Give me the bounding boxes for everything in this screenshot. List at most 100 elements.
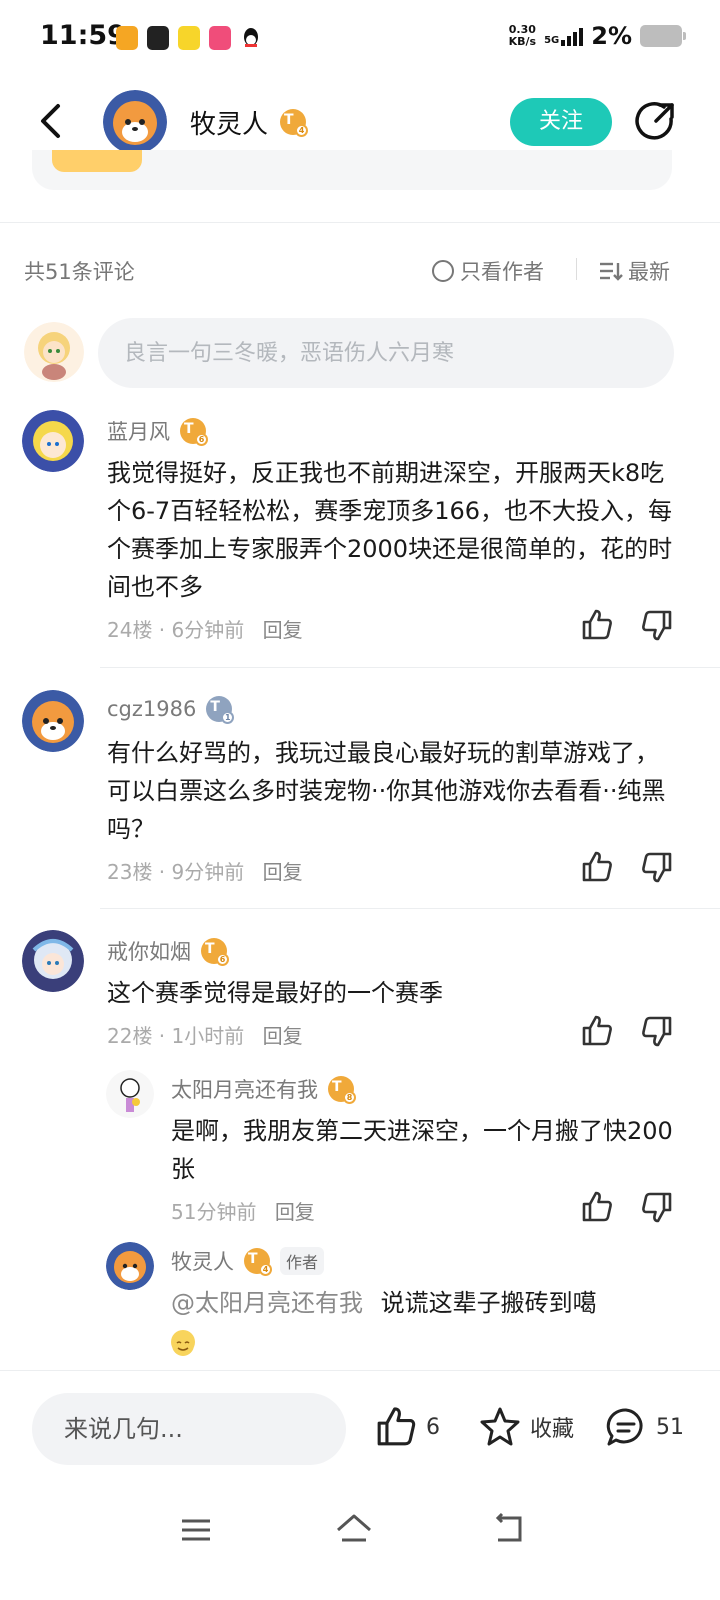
thumbs-up-icon (582, 1015, 612, 1046)
net-speed: 0.30 KB/s (509, 24, 536, 48)
back-button[interactable] (34, 100, 70, 142)
thumbs-up-icon (582, 1191, 612, 1222)
recent-apps-button[interactable] (178, 1512, 214, 1548)
comment-input[interactable] (98, 318, 674, 388)
commenter-name-text: cgz1986 (107, 697, 197, 721)
star-icon (480, 1407, 520, 1446)
dislike-button[interactable] (640, 1190, 674, 1224)
follow-button[interactable]: 关注 (510, 98, 612, 146)
author-name[interactable]: 牧灵人 (190, 104, 268, 141)
comment-meta: 24楼 · 6分钟前 回复 (107, 614, 303, 643)
comments-toolbar: 共51条评论 只看作者 最新 (0, 250, 720, 290)
commenter-name[interactable]: 蓝月风 T6 (107, 416, 208, 446)
author-avatar[interactable] (103, 90, 167, 154)
comment-count: 共51条评论 (24, 260, 135, 284)
commenter-name-text: 戒你如烟 (107, 940, 191, 964)
dislike-button[interactable] (640, 608, 674, 642)
post-like-button[interactable]: 6 (374, 1405, 440, 1449)
share-button[interactable] (634, 100, 676, 142)
radio-icon (432, 260, 454, 282)
comment-text: 有什么好骂的，我玩过最良心最好玩的割草游戏了，可以白票这么多时装宠物··你其他游… (107, 739, 666, 843)
system-nav-bar (0, 1490, 720, 1600)
sort-label: 最新 (628, 260, 670, 284)
reply-text: @太阳月亮还有我 说谎这辈子搬砖到噶 (171, 1284, 676, 1360)
thumbs-down-icon (642, 852, 672, 883)
reply-time: 51分钟前 (171, 1200, 257, 1224)
comment-divider (100, 908, 720, 909)
replier-name[interactable]: 太阳月亮还有我 T8 (171, 1074, 356, 1104)
comment-divider (100, 667, 720, 668)
like-button[interactable] (580, 608, 614, 642)
net-speed-unit: KB/s (508, 35, 537, 48)
reply-input-button[interactable]: 来说几句... (32, 1393, 346, 1465)
replier-avatar[interactable] (106, 1070, 154, 1118)
back-arrow-icon (495, 1512, 522, 1542)
sort-button[interactable]: 最新 (598, 256, 670, 286)
comment-bubble-icon (606, 1408, 643, 1446)
signal-icon: 5G (544, 26, 584, 46)
level-badge-icon: T4 (280, 109, 308, 137)
commenter-avatar[interactable] (22, 930, 84, 992)
comments-button[interactable]: 51 (604, 1405, 684, 1449)
level-badge-icon: T1 (206, 696, 235, 724)
home-button[interactable] (334, 1508, 374, 1548)
bottom-action-bar: 来说几句... 6 收藏 51 (0, 1370, 720, 1490)
my-avatar (24, 322, 84, 382)
reply-text: 是啊，我朋友第二天进深空，一个月搬了快200张 (171, 1117, 673, 1183)
favorite-button[interactable]: 收藏 (478, 1405, 574, 1449)
replier-avatar[interactable] (106, 1242, 154, 1290)
battery-icon (640, 25, 686, 47)
comment-item: cgz1986 T1 有什么好骂的，我玩过最良心最好玩的割草游戏了，可以白票这么… (0, 690, 720, 910)
replier-name-text: 牧灵人 (171, 1250, 234, 1274)
status-bar: 11:59 0.30 KB/s 5G 2% (0, 0, 720, 76)
reply-item: 牧灵人 T4 作者 @太阳月亮还有我 说谎这辈子搬砖到噶 (0, 1242, 720, 1370)
favorite-label: 收藏 (530, 1417, 575, 1442)
like-count: 6 (426, 1414, 440, 1440)
comment-floor-time: 22楼 · 1小时前 (107, 1024, 245, 1048)
mention-link[interactable]: @太阳月亮还有我 (171, 1289, 363, 1317)
reply-body: 说谎这辈子搬砖到噶 (380, 1289, 597, 1317)
level-badge-icon: T6 (180, 418, 208, 446)
thumbs-up-icon (582, 851, 612, 882)
reply-button[interactable]: 回复 (263, 1024, 303, 1048)
system-back-button[interactable] (490, 1510, 528, 1548)
author-tag: 作者 (280, 1247, 325, 1275)
reply-button[interactable]: 回复 (275, 1200, 315, 1224)
thumbs-up-icon (377, 1407, 416, 1446)
toolbar-separator (576, 258, 577, 280)
status-right: 0.30 KB/s 5G 2% (509, 22, 686, 50)
comment-floor-time: 24楼 · 6分钟前 (107, 618, 245, 642)
commenter-avatar[interactable] (22, 410, 84, 472)
smile-emoji-icon (171, 1330, 195, 1356)
commenter-name-text: 蓝月风 (107, 420, 170, 444)
replier-name[interactable]: 牧灵人 T4 作者 (171, 1246, 325, 1276)
chevron-left-icon (41, 104, 60, 138)
like-button[interactable] (580, 850, 614, 884)
reply-button[interactable]: 回复 (263, 618, 303, 642)
dislike-button[interactable] (640, 850, 674, 884)
thumbs-up-icon (582, 609, 612, 640)
reply-button[interactable]: 回复 (263, 860, 303, 884)
thumbs-down-icon (642, 1192, 672, 1223)
divider (0, 222, 720, 223)
notification-app-icon (116, 26, 138, 50)
commenter-name[interactable]: cgz1986 T1 (107, 696, 235, 724)
notification-app-icon (178, 26, 200, 50)
thumbs-down-icon (642, 1016, 672, 1047)
level-badge-icon: T4 (244, 1248, 272, 1276)
notification-app-icon (209, 26, 231, 50)
like-button[interactable] (580, 1014, 614, 1048)
comment-text: 这个赛季觉得是最好的一个赛季 (107, 979, 443, 1007)
only-author-toggle[interactable]: 只看作者 (432, 256, 544, 286)
reply-item: 太阳月亮还有我 T8 是啊，我朋友第二天进深空，一个月搬了快200张 51分钟前… (0, 1070, 720, 1230)
notification-app-icon (147, 26, 169, 50)
menu-icon (182, 1519, 210, 1541)
dislike-button[interactable] (640, 1014, 674, 1048)
sort-icon (600, 262, 623, 281)
thumbs-down-icon (642, 610, 672, 641)
like-button[interactable] (580, 1190, 614, 1224)
network-type: 5G (544, 35, 560, 46)
commenter-avatar[interactable] (22, 690, 84, 752)
comment-item: 蓝月风 T6 我觉得挺好，反正我也不前期进深空，开服两天k8吃个6-7百轻轻松松… (0, 410, 720, 668)
commenter-name[interactable]: 戒你如烟 T6 (107, 936, 229, 966)
